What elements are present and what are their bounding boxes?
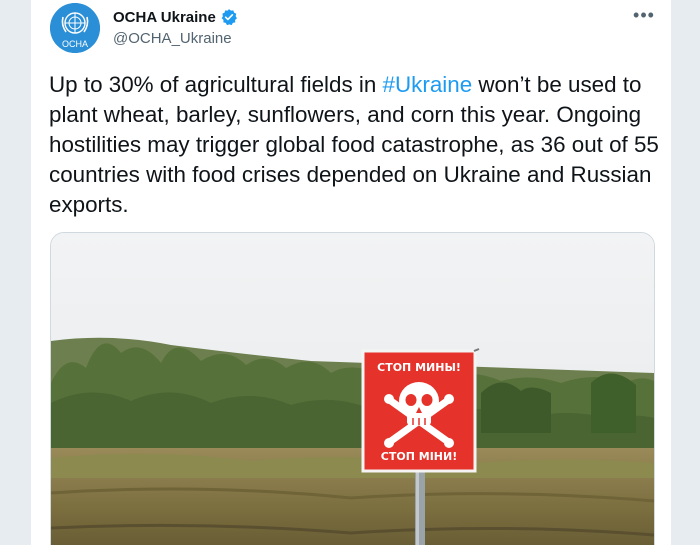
un-emblem-icon: OCHA xyxy=(50,3,100,53)
more-options-button[interactable]: ••• xyxy=(629,4,659,30)
author-name-row: OCHA Ukraine xyxy=(113,8,238,26)
hashtag-link[interactable]: #Ukraine xyxy=(383,72,473,97)
sign-top-text: СТОП МИНЫ! xyxy=(377,361,461,374)
tweet-card: OCHA OCHA Ukraine @OCHA_Ukraine ••• Up t… xyxy=(31,0,671,545)
avatar-label: OCHA xyxy=(62,39,88,49)
tweet-text: Up to 30% of agricultural fields in #Ukr… xyxy=(49,70,659,220)
tweet-media-photo[interactable]: СТОП МИНЫ! СТОП МІНИ! xyxy=(50,232,655,545)
display-name[interactable]: OCHA Ukraine xyxy=(113,9,216,26)
avatar[interactable]: OCHA xyxy=(50,3,100,53)
user-handle[interactable]: @OCHA_Ukraine xyxy=(113,30,232,47)
sign-bottom-text: СТОП МІНИ! xyxy=(381,450,457,463)
landmine-warning-photo: СТОП МИНЫ! СТОП МІНИ! xyxy=(51,233,654,545)
verified-badge-icon xyxy=(221,9,237,26)
tweet-text-part: Up to 30% of agricultural fields in xyxy=(49,72,383,97)
